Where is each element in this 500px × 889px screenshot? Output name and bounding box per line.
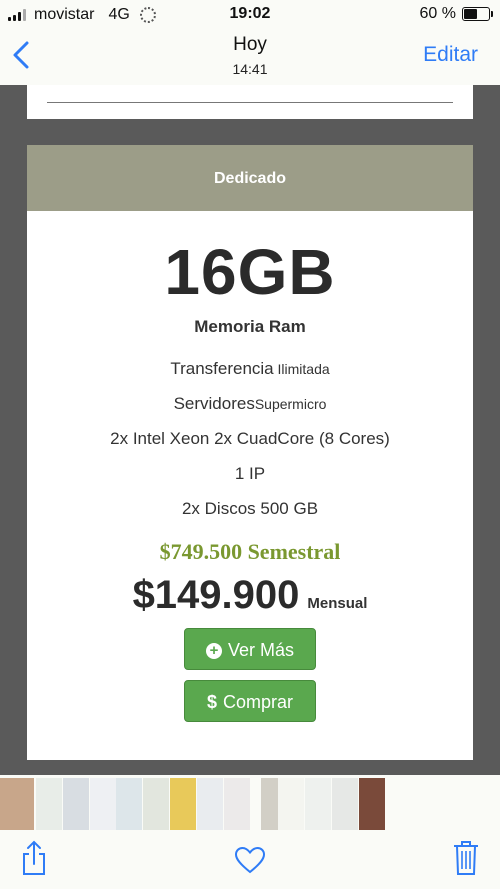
battery-percent: 60 %	[419, 5, 456, 22]
feature-ip: 1 IP	[234, 464, 266, 483]
semester-price: $749.500 Semestral	[159, 539, 341, 564]
photo-thumbnail[interactable]	[90, 778, 116, 830]
monthly-price: $149.900	[132, 573, 300, 617]
buy-button[interactable]: $ Comprar	[184, 680, 316, 722]
heart-icon[interactable]	[234, 846, 266, 874]
photo-thumbnail[interactable]	[305, 778, 331, 830]
monthly-price-row: $149.900 Mensual	[27, 573, 473, 618]
status-right: 60 %	[419, 5, 493, 23]
photo-view[interactable]: Dedicado 16GB Memoria Ram Transferencia …	[0, 85, 500, 775]
monthly-unit: Mensual	[307, 595, 368, 612]
photo-thumbnail[interactable]	[0, 778, 34, 830]
feature-cpu: 2x Intel Xeon 2x CuadCore (8 Cores)	[110, 429, 390, 448]
plan-header: Dedicado	[27, 145, 473, 211]
battery-icon	[462, 7, 493, 21]
see-more-button[interactable]: + Ver Más	[184, 628, 316, 670]
trash-icon[interactable]	[452, 840, 480, 876]
status-bar: movistar 4G 19:02 60 %	[0, 0, 500, 30]
thumbnail-strip[interactable]	[0, 778, 500, 830]
photo-thumbnail[interactable]	[63, 778, 89, 830]
edit-button[interactable]: Editar	[423, 43, 478, 67]
photo-thumbnail[interactable]	[116, 778, 142, 830]
bottom-toolbar	[0, 830, 500, 889]
photo-thumbnail[interactable]	[332, 778, 358, 830]
navigation-bar: Hoy 14:41 Editar	[0, 30, 500, 84]
photo-thumbnail[interactable]	[224, 778, 250, 830]
pricing-card: Dedicado 16GB Memoria Ram Transferencia …	[27, 145, 473, 760]
share-icon[interactable]	[20, 840, 48, 876]
ram-amount: 16GB	[164, 236, 336, 308]
photo-thumbnail[interactable]	[359, 778, 385, 830]
photo-thumbnail[interactable]	[36, 778, 62, 830]
ram-label: Memoria Ram	[194, 317, 306, 336]
feature-transfer: Transferencia Ilimitada	[170, 359, 330, 378]
feature-servers: ServidoresSupermicro	[173, 394, 327, 413]
photo-thumbnail[interactable]	[197, 778, 223, 830]
feature-disks: 2x Discos 500 GB	[181, 499, 319, 518]
photo-thumbnail[interactable]	[143, 778, 169, 830]
dollar-icon: $	[206, 692, 217, 712]
photo-thumbnail[interactable]	[170, 778, 196, 830]
photo-thumbnail[interactable]	[278, 778, 304, 830]
plus-circle-icon: +	[205, 643, 222, 659]
previous-card-fragment	[27, 85, 473, 119]
